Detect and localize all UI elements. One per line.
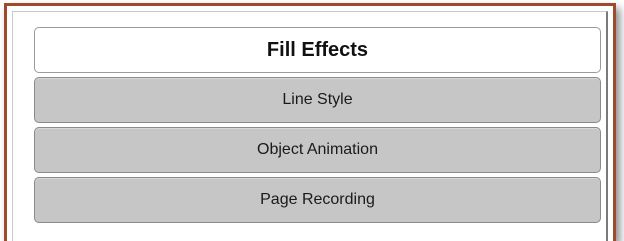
- properties-panel-frame: Fill Effects Line Style Object Animation…: [4, 3, 616, 241]
- screenshot-frame: Fill Effects Line Style Object Animation…: [0, 0, 624, 241]
- line-style-tab[interactable]: Line Style: [34, 77, 601, 123]
- fill-effects-tab[interactable]: Fill Effects: [34, 27, 601, 73]
- object-animation-tab[interactable]: Object Animation: [34, 127, 601, 173]
- page-recording-tab[interactable]: Page Recording: [34, 177, 601, 223]
- properties-tab-list: Fill Effects Line Style Object Animation…: [34, 27, 609, 227]
